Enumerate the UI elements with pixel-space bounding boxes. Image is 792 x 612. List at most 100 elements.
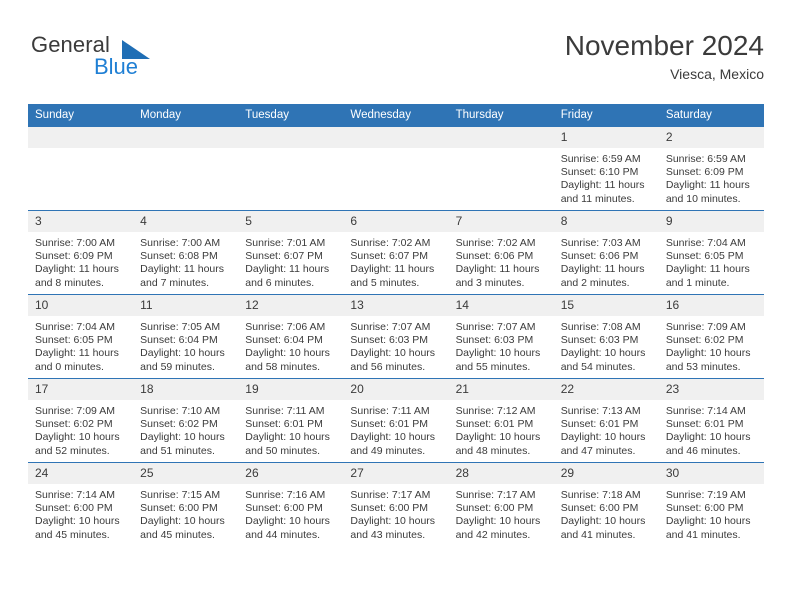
sunset-text: Sunset: 6:06 PM bbox=[455, 250, 534, 263]
sunrise-text: Sunrise: 7:17 AM bbox=[455, 489, 536, 501]
sunrise-text: Sunrise: 7:02 AM bbox=[455, 237, 536, 249]
calendar-day-cell[interactable]: 22 Sunrise: 7:13 AM Sunset: 6:01 PM Dayligh… bbox=[553, 378, 659, 463]
day-number: 22 bbox=[553, 379, 659, 400]
calendar-day-cell[interactable]: 3 Sunrise: 7:00 AM Sunset: 6:09 PM Daylight… bbox=[28, 210, 134, 295]
day-info: Sunrise: 7:09 AM Sunset: 6:02 PM Daylight:… bbox=[28, 400, 133, 458]
daylight-text: Daylight: 10 hours and 55 minutes. bbox=[455, 347, 541, 373]
calendar-week-row: 24 Sunrise: 7:14 AM Sunset: 6:00 PM Dayligh… bbox=[28, 462, 764, 546]
calendar-day-cell-empty bbox=[343, 127, 449, 211]
sunset-text: Sunset: 6:04 PM bbox=[245, 334, 323, 347]
calendar-day-cell[interactable]: 27 Sunrise: 7:17 AM Sunset: 6:00 PM Dayligh… bbox=[343, 462, 449, 546]
sunrise-text: Sunrise: 7:16 AM bbox=[245, 489, 326, 501]
calendar-day-cell[interactable]: 12 Sunrise: 7:06 AM Sunset: 6:04 PM Dayligh… bbox=[238, 294, 344, 379]
calendar-day-cell[interactable]: 7 Sunrise: 7:02 AM Sunset: 6:06 PM Daylight… bbox=[448, 210, 554, 295]
day-number: 11 bbox=[133, 295, 239, 316]
day-info: Sunrise: 7:13 AM Sunset: 6:01 PM Daylight:… bbox=[554, 400, 659, 458]
sunrise-text: Sunrise: 7:14 AM bbox=[665, 405, 746, 417]
sunrise-text: Sunrise: 7:09 AM bbox=[35, 405, 115, 417]
daylight-text: Daylight: 10 hours and 45 minutes. bbox=[140, 515, 225, 541]
sunset-text: Sunset: 6:08 PM bbox=[140, 250, 218, 263]
calendar-day-cell[interactable]: 20 Sunrise: 7:11 AM Sunset: 6:01 PM Dayligh… bbox=[343, 378, 449, 463]
brand-name-general: General bbox=[31, 32, 110, 57]
day-info: Sunrise: 7:15 AM Sunset: 6:00 PM Daylight:… bbox=[133, 484, 238, 542]
daylight-text: Daylight: 10 hours and 58 minutes. bbox=[245, 347, 330, 373]
calendar-day-cell[interactable]: 17 Sunrise: 7:09 AM Sunset: 6:02 PM Dayligh… bbox=[28, 378, 134, 463]
daylight-text: Daylight: 11 hours and 3 minutes. bbox=[455, 263, 540, 289]
calendar-day-cell[interactable]: 23 Sunrise: 7:14 AM Sunset: 6:01 PM Dayligh… bbox=[658, 378, 764, 463]
weekday-header-wednesday: Wednesday bbox=[343, 104, 449, 127]
sunrise-text: Sunrise: 7:17 AM bbox=[350, 489, 431, 501]
calendar-day-cell[interactable]: 2 Sunrise: 6:59 AM Sunset: 6:09 PM Daylight… bbox=[658, 127, 764, 211]
sunset-text: Sunset: 6:00 PM bbox=[560, 502, 639, 515]
calendar-table: Sunday Monday Tuesday Wednesday Thursday… bbox=[28, 104, 764, 546]
day-info: Sunrise: 7:02 AM Sunset: 6:07 PM Daylight:… bbox=[343, 232, 448, 290]
calendar-day-cell[interactable]: 9 Sunrise: 7:04 AM Sunset: 6:05 PM Daylight… bbox=[658, 210, 764, 295]
sunrise-text: Sunrise: 7:01 AM bbox=[245, 237, 326, 249]
sunset-text: Sunset: 6:03 PM bbox=[455, 334, 534, 347]
sunrise-text: Sunrise: 7:06 AM bbox=[245, 321, 326, 333]
sunrise-text: Sunrise: 7:02 AM bbox=[350, 237, 431, 249]
calendar-week-row: 3 Sunrise: 7:00 AM Sunset: 6:09 PM Daylight… bbox=[28, 210, 764, 295]
calendar-day-cell[interactable]: 1 Sunrise: 6:59 AM Sunset: 6:10 PM Daylight… bbox=[553, 127, 659, 211]
calendar-day-cell[interactable]: 18 Sunrise: 7:10 AM Sunset: 6:02 PM Dayligh… bbox=[133, 378, 239, 463]
day-number: 16 bbox=[658, 295, 764, 316]
day-number: 8 bbox=[553, 211, 659, 232]
calendar-day-cell[interactable]: 11 Sunrise: 7:05 AM Sunset: 6:04 PM Dayligh… bbox=[133, 294, 239, 379]
weekday-header-monday: Monday bbox=[133, 104, 239, 127]
calendar-day-cell[interactable]: 19 Sunrise: 7:11 AM Sunset: 6:01 PM Dayligh… bbox=[238, 378, 344, 463]
brand-logo[interactable]: General Blue bbox=[28, 30, 258, 92]
calendar-day-cell[interactable]: 28 Sunrise: 7:17 AM Sunset: 6:00 PM Dayligh… bbox=[448, 462, 554, 546]
sunset-text: Sunset: 6:06 PM bbox=[560, 250, 639, 263]
calendar-day-cell[interactable]: 15 Sunrise: 7:08 AM Sunset: 6:03 PM Dayligh… bbox=[553, 294, 659, 379]
day-info: Sunrise: 7:16 AM Sunset: 6:00 PM Daylight:… bbox=[238, 484, 343, 542]
calendar-header-row: Sunday Monday Tuesday Wednesday Thursday… bbox=[28, 104, 764, 127]
sunrise-text: Sunrise: 7:09 AM bbox=[665, 321, 746, 333]
calendar-day-cell[interactable]: 14 Sunrise: 7:07 AM Sunset: 6:03 PM Dayligh… bbox=[448, 294, 554, 379]
day-number: 23 bbox=[658, 379, 764, 400]
calendar-day-cell[interactable]: 13 Sunrise: 7:07 AM Sunset: 6:03 PM Dayligh… bbox=[343, 294, 449, 379]
calendar-page: General Blue November 2024 Viesca, Mexic… bbox=[0, 0, 792, 612]
calendar-day-cell[interactable]: 6 Sunrise: 7:02 AM Sunset: 6:07 PM Daylight… bbox=[343, 210, 449, 295]
calendar-day-cell[interactable]: 21 Sunrise: 7:12 AM Sunset: 6:01 PM Dayligh… bbox=[448, 378, 554, 463]
day-number: 30 bbox=[658, 463, 764, 484]
daylight-text: Daylight: 10 hours and 47 minutes. bbox=[560, 431, 646, 457]
daylight-text: Daylight: 10 hours and 51 minutes. bbox=[140, 431, 225, 457]
daylight-text: Daylight: 11 hours and 7 minutes. bbox=[140, 263, 224, 289]
calendar-day-cell[interactable]: 16 Sunrise: 7:09 AM Sunset: 6:02 PM Dayligh… bbox=[658, 294, 764, 379]
calendar-day-cell[interactable]: 30 Sunrise: 7:19 AM Sunset: 6:00 PM Dayligh… bbox=[658, 462, 764, 546]
calendar-day-cell[interactable]: 29 Sunrise: 7:18 AM Sunset: 6:00 PM Dayligh… bbox=[553, 462, 659, 546]
sunset-text: Sunset: 6:02 PM bbox=[140, 418, 218, 431]
calendar-day-cell[interactable]: 8 Sunrise: 7:03 AM Sunset: 6:06 PM Daylight… bbox=[553, 210, 659, 295]
day-info: Sunrise: 7:04 AM Sunset: 6:05 PM Daylight:… bbox=[659, 232, 764, 290]
day-info: Sunrise: 7:10 AM Sunset: 6:02 PM Daylight:… bbox=[133, 400, 238, 458]
calendar-day-cell[interactable]: 4 Sunrise: 7:00 AM Sunset: 6:08 PM Daylight… bbox=[133, 210, 239, 295]
calendar-day-cell[interactable]: 25 Sunrise: 7:15 AM Sunset: 6:00 PM Dayligh… bbox=[133, 462, 239, 546]
daylight-text: Daylight: 10 hours and 41 minutes. bbox=[560, 515, 646, 541]
calendar-day-cell[interactable]: 10 Sunrise: 7:04 AM Sunset: 6:05 PM Dayligh… bbox=[28, 294, 134, 379]
day-info: Sunrise: 7:08 AM Sunset: 6:03 PM Daylight:… bbox=[554, 316, 659, 374]
day-info: Sunrise: 7:09 AM Sunset: 6:02 PM Daylight:… bbox=[659, 316, 764, 374]
day-number: 18 bbox=[133, 379, 239, 400]
weekday-header-thursday: Thursday bbox=[448, 104, 554, 127]
sunrise-text: Sunrise: 7:11 AM bbox=[245, 405, 325, 417]
sunset-text: Sunset: 6:09 PM bbox=[35, 250, 113, 263]
sunrise-text: Sunrise: 7:18 AM bbox=[560, 489, 641, 501]
calendar-day-cell[interactable]: 24 Sunrise: 7:14 AM Sunset: 6:00 PM Dayligh… bbox=[28, 462, 134, 546]
calendar-day-cell[interactable]: 26 Sunrise: 7:16 AM Sunset: 6:00 PM Dayligh… bbox=[238, 462, 344, 546]
day-number: 4 bbox=[133, 211, 239, 232]
day-info: Sunrise: 7:17 AM Sunset: 6:00 PM Daylight:… bbox=[343, 484, 448, 542]
daylight-text: Daylight: 10 hours and 44 minutes. bbox=[245, 515, 330, 541]
daylight-text: Daylight: 11 hours and 11 minutes. bbox=[560, 179, 645, 205]
calendar-day-cell[interactable]: 5 Sunrise: 7:01 AM Sunset: 6:07 PM Daylight… bbox=[238, 210, 344, 295]
day-number: 5 bbox=[238, 211, 344, 232]
day-number bbox=[448, 127, 554, 148]
day-info: Sunrise: 7:00 AM Sunset: 6:09 PM Daylight:… bbox=[28, 232, 133, 290]
day-info: Sunrise: 7:14 AM Sunset: 6:01 PM Daylight:… bbox=[659, 400, 764, 458]
day-number: 17 bbox=[28, 379, 134, 400]
sunset-text: Sunset: 6:02 PM bbox=[665, 334, 744, 347]
day-number: 24 bbox=[28, 463, 134, 484]
sunset-text: Sunset: 6:01 PM bbox=[560, 418, 639, 431]
daylight-text: Daylight: 10 hours and 45 minutes. bbox=[35, 515, 120, 541]
daylight-text: Daylight: 10 hours and 46 minutes. bbox=[665, 431, 751, 457]
day-number: 27 bbox=[343, 463, 449, 484]
